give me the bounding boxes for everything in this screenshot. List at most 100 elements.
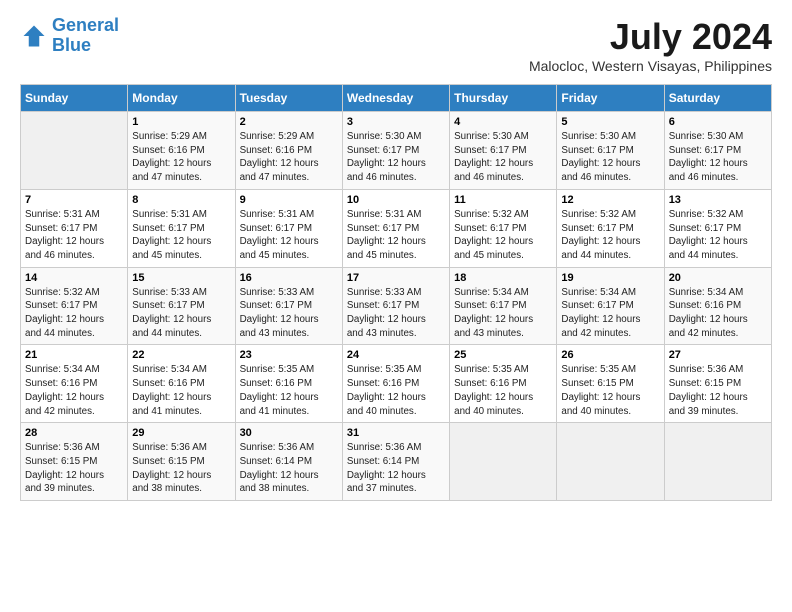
calendar-cell: 2 Sunrise: 5:29 AM Sunset: 6:16 PM Daylig… bbox=[235, 112, 342, 190]
day-info: Sunrise: 5:35 AM Sunset: 6:16 PM Dayligh… bbox=[240, 363, 338, 418]
day-info: Sunrise: 5:36 AM Sunset: 6:15 PM Dayligh… bbox=[669, 363, 767, 418]
day-info: Sunrise: 5:32 AM Sunset: 6:17 PM Dayligh… bbox=[561, 208, 659, 263]
calendar-cell: 25Sunrise: 5:35 AM Sunset: 6:16 PM Dayli… bbox=[450, 345, 557, 423]
calendar-cell: 29Sunrise: 5:36 AM Sunset: 6:15 PM Dayli… bbox=[128, 423, 235, 501]
day-number: 1 bbox=[132, 116, 230, 128]
calendar-cell: 17 Sunrise: 5:33 AM Sunset: 6:17 PM Dayli… bbox=[342, 267, 449, 345]
day-number: 11 bbox=[454, 194, 552, 206]
day-info: Sunrise: 5:34 AM Sunset: 6:17 PM Dayligh… bbox=[561, 286, 659, 341]
day-info: Sunrise: 5:34 AM Sunset: 6:17 PM Dayligh… bbox=[454, 286, 552, 341]
day-info: Sunrise: 5:29 AM Sunset: 6:16 PM Dayligh… bbox=[240, 130, 338, 185]
calendar-cell: 18 Sunrise: 5:34 AM Sunset: 6:17 PM Dayli… bbox=[450, 267, 557, 345]
calendar-cell: 28 Sunrise: 5:36 AM Sunset: 6:15 PM Dayli… bbox=[21, 423, 128, 501]
calendar-cell: 8Sunrise: 5:31 AM Sunset: 6:17 PM Daylig… bbox=[128, 189, 235, 267]
day-info: Sunrise: 5:33 AM Sunset: 6:17 PM Dayligh… bbox=[347, 286, 445, 341]
calendar-cell: 19 Sunrise: 5:34 AM Sunset: 6:17 PM Dayli… bbox=[557, 267, 664, 345]
day-number: 22 bbox=[132, 349, 230, 361]
day-info: Sunrise: 5:32 AM Sunset: 6:17 PM Dayligh… bbox=[25, 286, 123, 341]
day-number: 9 bbox=[240, 194, 338, 206]
day-number: 26 bbox=[561, 349, 659, 361]
day-info: Sunrise: 5:33 AM Sunset: 6:17 PM Dayligh… bbox=[240, 286, 338, 341]
calendar-cell bbox=[21, 112, 128, 190]
day-number: 28 bbox=[25, 427, 123, 439]
day-number: 27 bbox=[669, 349, 767, 361]
calendar-cell: 7 Sunrise: 5:31 AM Sunset: 6:17 PM Daylig… bbox=[21, 189, 128, 267]
logo-line2: Blue bbox=[52, 35, 91, 55]
calendar-cell: 13Sunrise: 5:32 AM Sunset: 6:17 PM Dayli… bbox=[664, 189, 771, 267]
calendar-cell: 1 Sunrise: 5:29 AM Sunset: 6:16 PM Daylig… bbox=[128, 112, 235, 190]
day-info: Sunrise: 5:31 AM Sunset: 6:17 PM Dayligh… bbox=[240, 208, 338, 263]
day-number: 24 bbox=[347, 349, 445, 361]
calendar-table: SundayMondayTuesdayWednesdayThursdayFrid… bbox=[20, 84, 772, 501]
header-day: Saturday bbox=[664, 85, 771, 112]
day-number: 5 bbox=[561, 116, 659, 128]
logo-text: General Blue bbox=[52, 16, 119, 56]
calendar-cell: 5Sunrise: 5:30 AM Sunset: 6:17 PM Daylig… bbox=[557, 112, 664, 190]
day-info: Sunrise: 5:32 AM Sunset: 6:17 PM Dayligh… bbox=[454, 208, 552, 263]
calendar-week: 28 Sunrise: 5:36 AM Sunset: 6:15 PM Dayli… bbox=[21, 423, 772, 501]
main-title: July 2024 bbox=[529, 16, 772, 58]
calendar-cell: 26 Sunrise: 5:35 AM Sunset: 6:15 PM Dayli… bbox=[557, 345, 664, 423]
calendar-cell: 31 Sunrise: 5:36 AM Sunset: 6:14 PM Dayli… bbox=[342, 423, 449, 501]
day-info: Sunrise: 5:35 AM Sunset: 6:15 PM Dayligh… bbox=[561, 363, 659, 418]
calendar-cell bbox=[557, 423, 664, 501]
day-number: 21 bbox=[25, 349, 123, 361]
day-info: Sunrise: 5:30 AM Sunset: 6:17 PM Dayligh… bbox=[669, 130, 767, 185]
calendar-cell: 11 Sunrise: 5:32 AM Sunset: 6:17 PM Dayli… bbox=[450, 189, 557, 267]
day-number: 3 bbox=[347, 116, 445, 128]
day-number: 4 bbox=[454, 116, 552, 128]
day-info: Sunrise: 5:36 AM Sunset: 6:14 PM Dayligh… bbox=[347, 441, 445, 496]
calendar-cell: 9 Sunrise: 5:31 AM Sunset: 6:17 PM Daylig… bbox=[235, 189, 342, 267]
header-day: Wednesday bbox=[342, 85, 449, 112]
calendar-week: 21 Sunrise: 5:34 AM Sunset: 6:16 PM Dayli… bbox=[21, 345, 772, 423]
day-number: 16 bbox=[240, 272, 338, 284]
header-row: SundayMondayTuesdayWednesdayThursdayFrid… bbox=[21, 85, 772, 112]
day-info: Sunrise: 5:32 AM Sunset: 6:17 PM Dayligh… bbox=[669, 208, 767, 263]
day-number: 8 bbox=[132, 194, 230, 206]
subtitle: Malocloc, Western Visayas, Philippines bbox=[529, 58, 772, 74]
day-number: 19 bbox=[561, 272, 659, 284]
calendar-cell bbox=[664, 423, 771, 501]
calendar-week: 7 Sunrise: 5:31 AM Sunset: 6:17 PM Daylig… bbox=[21, 189, 772, 267]
calendar-cell: 24 Sunrise: 5:35 AM Sunset: 6:16 PM Dayli… bbox=[342, 345, 449, 423]
day-number: 25 bbox=[454, 349, 552, 361]
day-info: Sunrise: 5:36 AM Sunset: 6:15 PM Dayligh… bbox=[132, 441, 230, 496]
calendar-cell: 12 Sunrise: 5:32 AM Sunset: 6:17 PM Dayli… bbox=[557, 189, 664, 267]
day-number: 23 bbox=[240, 349, 338, 361]
day-info: Sunrise: 5:34 AM Sunset: 6:16 PM Dayligh… bbox=[669, 286, 767, 341]
day-info: Sunrise: 5:36 AM Sunset: 6:14 PM Dayligh… bbox=[240, 441, 338, 496]
day-number: 6 bbox=[669, 116, 767, 128]
calendar-cell: 20 Sunrise: 5:34 AM Sunset: 6:16 PM Dayli… bbox=[664, 267, 771, 345]
day-number: 12 bbox=[561, 194, 659, 206]
day-number: 30 bbox=[240, 427, 338, 439]
day-info: Sunrise: 5:34 AM Sunset: 6:16 PM Dayligh… bbox=[25, 363, 123, 418]
header-day: Thursday bbox=[450, 85, 557, 112]
header-day: Friday bbox=[557, 85, 664, 112]
day-info: Sunrise: 5:33 AM Sunset: 6:17 PM Dayligh… bbox=[132, 286, 230, 341]
day-number: 7 bbox=[25, 194, 123, 206]
calendar-cell: 16 Sunrise: 5:33 AM Sunset: 6:17 PM Dayli… bbox=[235, 267, 342, 345]
day-number: 10 bbox=[347, 194, 445, 206]
logo-line1: General bbox=[52, 15, 119, 35]
header-day: Tuesday bbox=[235, 85, 342, 112]
calendar-cell bbox=[450, 423, 557, 501]
day-number: 20 bbox=[669, 272, 767, 284]
day-info: Sunrise: 5:36 AM Sunset: 6:15 PM Dayligh… bbox=[25, 441, 123, 496]
calendar-cell: 21 Sunrise: 5:34 AM Sunset: 6:16 PM Dayli… bbox=[21, 345, 128, 423]
calendar-week: 14 Sunrise: 5:32 AM Sunset: 6:17 PM Dayli… bbox=[21, 267, 772, 345]
calendar-cell: 15Sunrise: 5:33 AM Sunset: 6:17 PM Dayli… bbox=[128, 267, 235, 345]
day-number: 31 bbox=[347, 427, 445, 439]
day-info: Sunrise: 5:31 AM Sunset: 6:17 PM Dayligh… bbox=[347, 208, 445, 263]
day-number: 14 bbox=[25, 272, 123, 284]
day-number: 17 bbox=[347, 272, 445, 284]
calendar-cell: 27 Sunrise: 5:36 AM Sunset: 6:15 PM Dayli… bbox=[664, 345, 771, 423]
calendar-cell: 22Sunrise: 5:34 AM Sunset: 6:16 PM Dayli… bbox=[128, 345, 235, 423]
day-info: Sunrise: 5:29 AM Sunset: 6:16 PM Dayligh… bbox=[132, 130, 230, 185]
day-info: Sunrise: 5:35 AM Sunset: 6:16 PM Dayligh… bbox=[347, 363, 445, 418]
logo: General Blue bbox=[20, 16, 119, 56]
day-number: 18 bbox=[454, 272, 552, 284]
header-day: Sunday bbox=[21, 85, 128, 112]
day-number: 2 bbox=[240, 116, 338, 128]
logo-icon bbox=[20, 22, 48, 50]
day-info: Sunrise: 5:31 AM Sunset: 6:17 PM Dayligh… bbox=[25, 208, 123, 263]
